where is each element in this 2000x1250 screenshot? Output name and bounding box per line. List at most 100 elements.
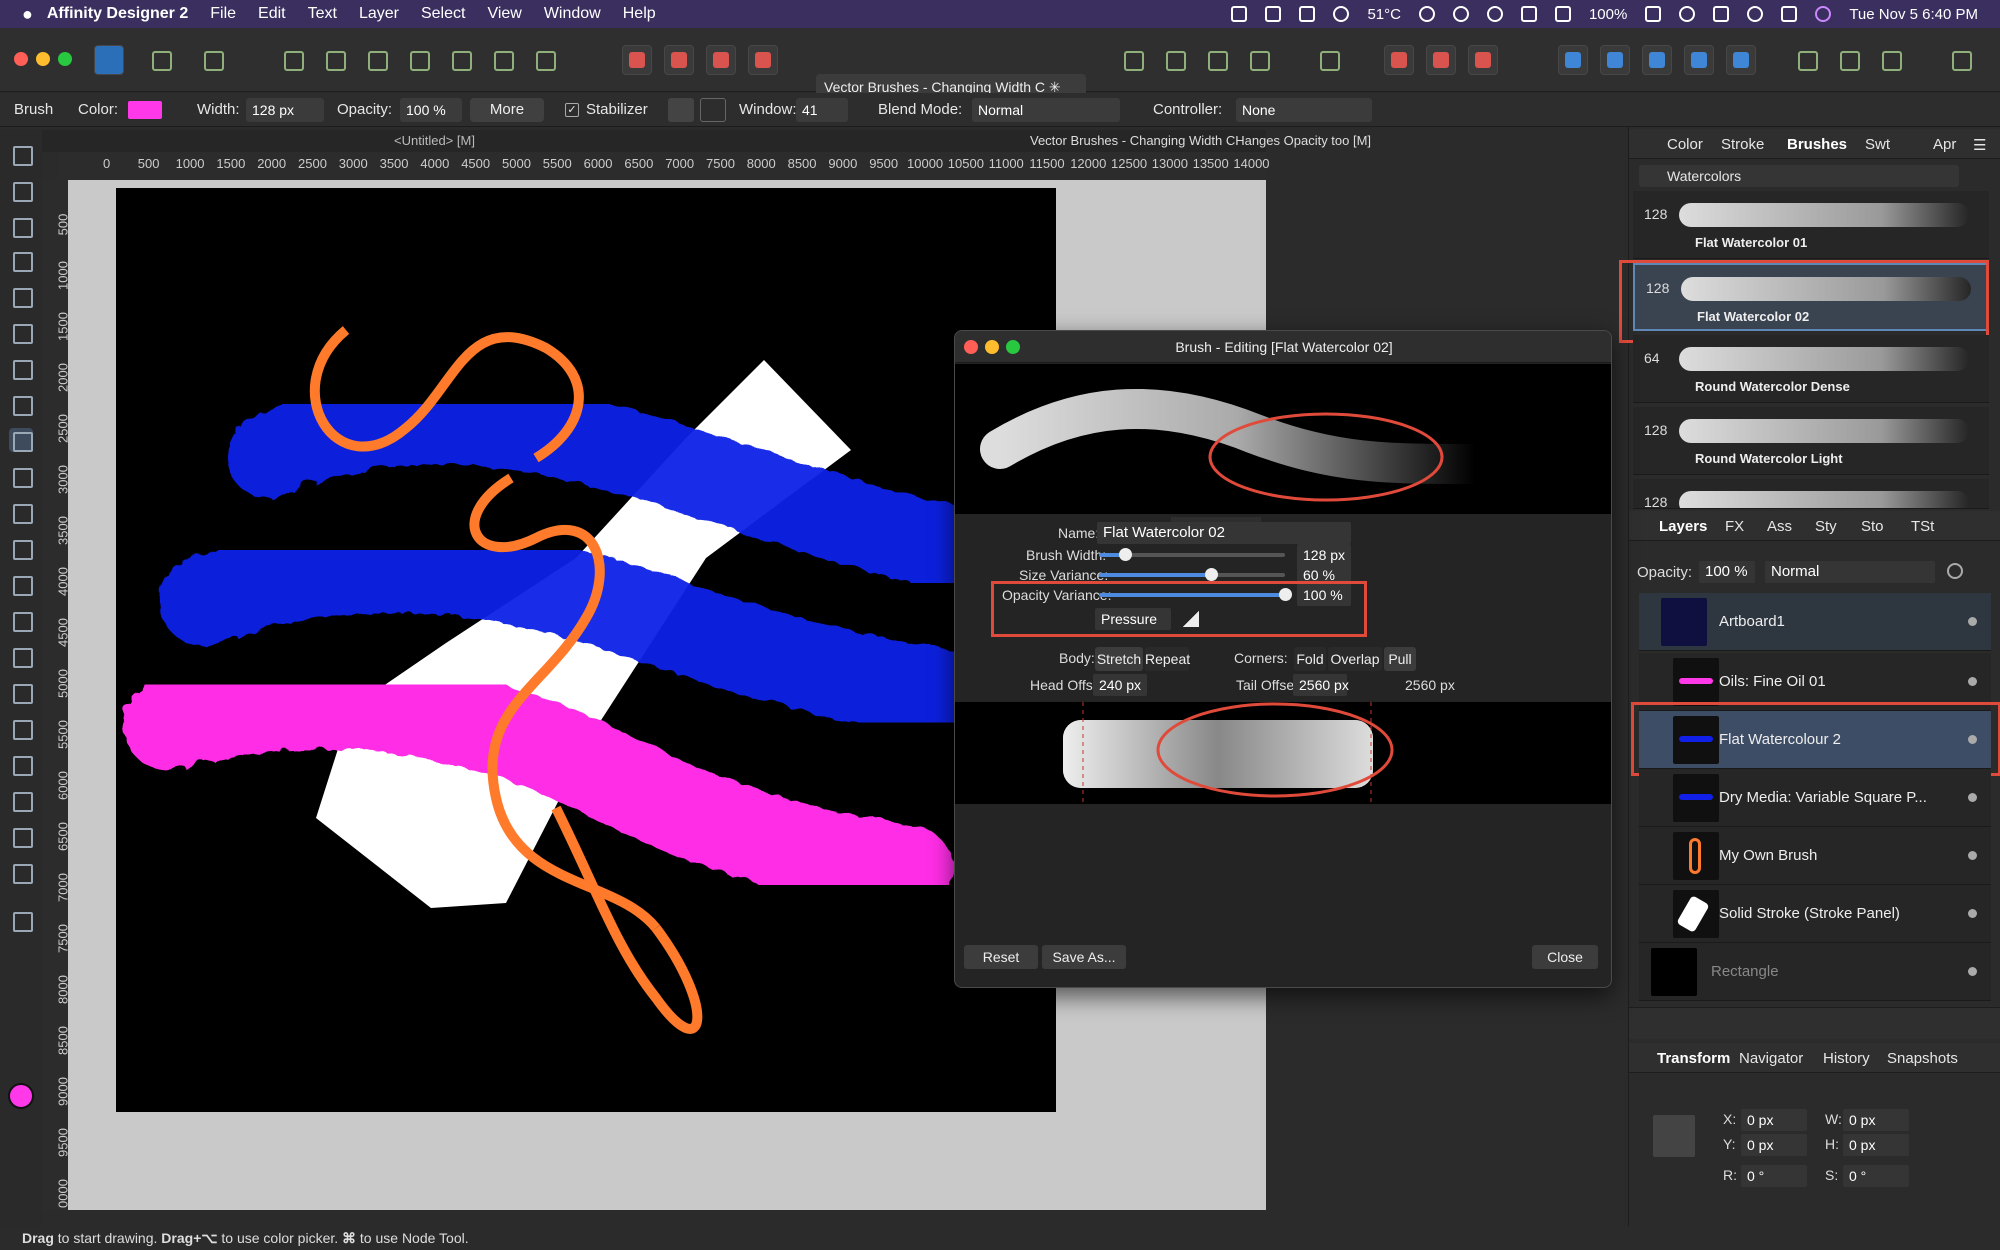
table-tool-icon[interactable] (9, 860, 33, 884)
menu-view[interactable]: View (487, 5, 521, 23)
tab-fx[interactable]: FX (1725, 518, 1744, 535)
battery-readout[interactable]: 100% (1589, 6, 1627, 23)
tab-stock[interactable]: Sto (1861, 518, 1884, 535)
save-as-button[interactable]: Save As... (1042, 945, 1126, 969)
dropbox-icon[interactable] (1231, 6, 1248, 22)
menu-window[interactable]: Window (544, 5, 601, 23)
place-image-tool-icon[interactable] (9, 572, 33, 596)
layer-my-own-brush[interactable]: My Own Brush (1639, 827, 1991, 885)
arrange-forward-icon[interactable] (706, 45, 736, 75)
fill-tool-icon[interactable] (9, 500, 33, 524)
visibility-dot[interactable] (1968, 909, 1977, 918)
ellipse-tool-icon[interactable] (9, 680, 33, 704)
info-icon[interactable] (1333, 6, 1350, 22)
menu-select[interactable]: Select (421, 5, 465, 23)
tail-offset-field[interactable]: 2560 px (1293, 674, 1349, 696)
corners-pull-button[interactable]: Pull (1384, 647, 1416, 671)
geometry-icon-5[interactable] (1726, 45, 1756, 75)
name-field[interactable]: Flat Watercolor 02 (1097, 522, 1351, 544)
studio-icon-1[interactable] (1792, 45, 1822, 75)
visibility-dot[interactable] (1968, 967, 1977, 976)
clock[interactable]: Tue Nov 5 6:40 PM (1849, 6, 1978, 23)
align-icon-3[interactable] (1314, 45, 1344, 75)
gradient-tool-icon[interactable] (9, 536, 33, 560)
visibility-dot[interactable] (1968, 617, 1977, 626)
layer-solid-stroke[interactable]: Solid Stroke (Stroke Panel) (1639, 885, 1991, 943)
transform-s-field[interactable]: 0 ° (1843, 1165, 1909, 1187)
point-transform-tool-icon[interactable] (9, 248, 33, 272)
corner-tool-icon[interactable] (9, 284, 33, 308)
menu-help[interactable]: Help (623, 5, 656, 23)
tab-untitled[interactable]: <Untitled> [M] (394, 133, 475, 148)
tab-text-styles[interactable]: TSt (1911, 518, 1934, 535)
panel-menu-icon[interactable]: ☰ (1973, 136, 1986, 154)
accessibility-icon[interactable] (1418, 6, 1435, 22)
fill-color-well[interactable] (8, 1083, 34, 1109)
settings-gear-icon[interactable] (278, 45, 308, 75)
text-tool-icon[interactable] (9, 788, 33, 812)
studio-icon-3[interactable] (1876, 45, 1906, 75)
brush-category-select[interactable]: Watercolors (1639, 165, 1959, 187)
window-mode-icon[interactable] (700, 98, 726, 122)
user-icon[interactable] (1679, 6, 1696, 22)
transform-x-field[interactable]: 0 px (1741, 1109, 1807, 1131)
width-field[interactable]: 128 px (246, 98, 324, 122)
brush-item-round-watercolor-dense[interactable]: 64 Round Watercolor Dense (1633, 335, 1989, 403)
app-status-icon[interactable] (1265, 6, 1282, 22)
time-machine-icon[interactable] (1486, 6, 1503, 22)
rope-mode-icon[interactable] (668, 98, 694, 122)
visibility-dot[interactable] (1968, 851, 1977, 860)
wifi-icon[interactable] (1645, 6, 1662, 22)
transform-y-field[interactable]: 0 px (1741, 1134, 1807, 1156)
siri-icon[interactable] (1815, 6, 1832, 22)
tab-history[interactable]: History (1823, 1050, 1870, 1067)
controller-select[interactable]: None (1236, 98, 1372, 122)
visibility-dot[interactable] (1968, 677, 1977, 686)
anchor-selector[interactable] (1653, 1115, 1695, 1157)
flip-vertical-icon[interactable] (1160, 45, 1190, 75)
opacity-field[interactable]: 100 % (400, 98, 462, 122)
transform-w-field[interactable]: 0 px (1843, 1109, 1909, 1131)
pencil-tool-icon[interactable] (9, 356, 33, 380)
search-icon[interactable] (1747, 6, 1764, 22)
artboard[interactable] (116, 188, 1101, 1112)
body-stretch-button[interactable]: Stretch (1095, 647, 1143, 671)
weather-readout[interactable]: 51°C (1367, 6, 1401, 23)
align-icon-2[interactable] (1244, 45, 1274, 75)
transform-icon-4[interactable] (488, 45, 518, 75)
color-swatch[interactable] (128, 101, 162, 119)
geometry-icon-4[interactable] (1684, 45, 1714, 75)
tab-brushes[interactable]: Brushes (1787, 136, 1847, 153)
layer-rectangle[interactable]: Rectangle (1639, 943, 1991, 1001)
brush-item-round-watercolor-light[interactable]: 128 Round Watercolor Light (1633, 407, 1989, 475)
tab-assets[interactable]: Ass (1767, 518, 1792, 535)
move-tool-icon[interactable] (9, 142, 33, 166)
corners-overlap-button[interactable]: Overlap (1328, 647, 1382, 671)
layer-blend-select[interactable]: Normal (1765, 561, 1935, 583)
visibility-dot[interactable] (1968, 793, 1977, 802)
export-persona-icon[interactable] (198, 45, 228, 75)
node-tool-icon[interactable] (9, 214, 33, 238)
window-close-button[interactable] (14, 52, 28, 66)
crop-tool-icon[interactable] (9, 608, 33, 632)
hand-tool-icon[interactable] (9, 908, 33, 932)
blend-mode-select[interactable]: Normal (972, 98, 1120, 122)
brush-width-slider[interactable] (1099, 548, 1285, 561)
flip-horizontal-icon[interactable] (1118, 45, 1148, 75)
arrange-front-icon[interactable] (748, 45, 778, 75)
bluetooth-icon[interactable] (1554, 6, 1571, 22)
shape-tool-icon[interactable] (9, 752, 33, 776)
tab-layers[interactable]: Layers (1659, 518, 1707, 535)
transform-icon-2[interactable] (404, 45, 434, 75)
rectangle-tool-icon[interactable] (9, 644, 33, 668)
window-field[interactable]: 41 (796, 98, 848, 122)
account-icon[interactable] (1946, 45, 1976, 75)
play-icon[interactable] (1452, 6, 1469, 22)
vector-brush-tool-icon[interactable] (9, 392, 33, 416)
layer-settings-gear-icon[interactable] (1947, 563, 1963, 579)
size-variance-slider[interactable] (1099, 568, 1285, 581)
brush-item-flat-watercolor-01[interactable]: 128 Flat Watercolor 01 (1633, 191, 1989, 259)
arrange-back-icon[interactable] (622, 45, 652, 75)
menu-text[interactable]: Text (308, 5, 337, 23)
color-picker-tool-icon[interactable] (9, 824, 33, 848)
